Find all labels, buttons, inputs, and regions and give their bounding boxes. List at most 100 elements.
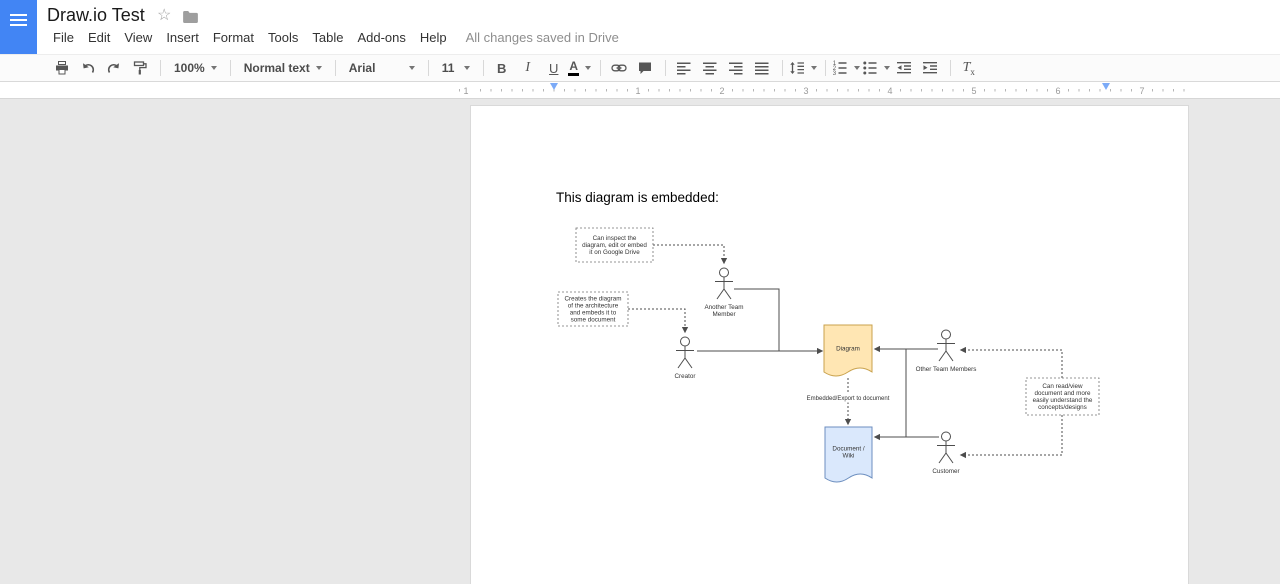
bulleted-list-button[interactable] xyxy=(862,57,890,79)
svg-text:Creates the diagram: Creates the diagram xyxy=(564,296,621,303)
document-page[interactable]: This diagram is embedded: Can inspect th… xyxy=(470,105,1189,584)
header: Draw.io Test ☆ File Edit View Insert For… xyxy=(0,0,1280,54)
edge-label: Embedded/Export to document xyxy=(807,396,890,402)
menu-table[interactable]: Table xyxy=(305,30,350,45)
paragraph-style-dropdown[interactable]: Normal text xyxy=(237,57,329,79)
text-color-button[interactable]: A xyxy=(568,57,592,79)
svg-text:diagram, edit or embed: diagram, edit or embed xyxy=(582,242,647,249)
menu-view[interactable]: View xyxy=(117,30,159,45)
actor-customer: Customer xyxy=(932,432,959,475)
menu-tools[interactable]: Tools xyxy=(261,30,305,45)
toolbar-separator xyxy=(230,60,231,76)
menu-bar: File Edit View Insert Format Tools Table… xyxy=(46,27,619,47)
actor-another-team-member: Another TeamMember xyxy=(704,268,743,318)
save-status[interactable]: All changes saved in Drive xyxy=(466,30,619,45)
numbered-list-icon: 1 2 3 xyxy=(832,60,848,76)
align-center-icon xyxy=(702,60,718,76)
docs-home-button[interactable] xyxy=(0,0,37,54)
redo-button[interactable] xyxy=(102,57,126,79)
note-box-1: Can inspect thediagram, edit or embedit … xyxy=(576,228,653,262)
undo-button[interactable] xyxy=(76,57,100,79)
note-inspect-connector xyxy=(653,245,724,263)
line-spacing-button[interactable] xyxy=(789,57,817,79)
menu-file[interactable]: File xyxy=(46,30,81,45)
chevron-down-icon xyxy=(585,66,591,70)
zoom-dropdown[interactable]: 100% xyxy=(167,57,224,79)
comment-icon xyxy=(637,60,653,76)
svg-text:easily understand the: easily understand the xyxy=(1033,397,1093,404)
font-dropdown[interactable]: Arial xyxy=(342,57,422,79)
toolbar-separator xyxy=(782,60,783,76)
chevron-down-icon xyxy=(211,66,217,70)
svg-text:Wiki: Wiki xyxy=(843,453,855,460)
chevron-down-icon xyxy=(316,66,322,70)
document-heading[interactable]: This diagram is embedded: xyxy=(556,190,719,205)
chevron-down-icon xyxy=(409,66,415,70)
svg-text:Creator: Creator xyxy=(675,373,696,380)
svg-text:and embeds it to: and embeds it to xyxy=(570,310,617,317)
another-team-member-connector xyxy=(734,289,779,351)
italic-button[interactable]: I xyxy=(516,57,540,79)
toolbar-separator xyxy=(600,60,601,76)
embedded-diagram[interactable]: Can inspect thediagram, edit or embedit … xyxy=(551,218,1111,498)
align-left-button[interactable] xyxy=(672,57,696,79)
note-read-to-customer-connector xyxy=(961,415,1062,455)
right-indent-marker[interactable] xyxy=(1102,83,1110,90)
clear-formatting-button[interactable]: Tx xyxy=(957,57,981,79)
menu-insert[interactable]: Insert xyxy=(159,30,206,45)
ruler-number: 1 xyxy=(635,86,640,96)
folder-icon[interactable] xyxy=(183,11,198,23)
shape-document-wiki: Document /Wiki xyxy=(825,427,872,482)
print-button[interactable] xyxy=(50,57,74,79)
chevron-down-icon xyxy=(884,66,890,70)
ruler-number: 7 xyxy=(1139,86,1144,96)
toolbar-separator xyxy=(483,60,484,76)
bold-button[interactable]: B xyxy=(490,57,514,79)
font-size-dropdown[interactable]: 11 xyxy=(435,57,477,79)
align-justify-button[interactable] xyxy=(750,57,774,79)
document-title[interactable]: Draw.io Test xyxy=(47,5,145,26)
chevron-down-icon xyxy=(811,66,817,70)
svg-text:Member: Member xyxy=(712,311,735,318)
insert-comment-button[interactable] xyxy=(633,57,657,79)
note-box-3: Can read/viewdocument and moreeasily und… xyxy=(1026,378,1099,415)
svg-text:of the architecture: of the architecture xyxy=(568,303,619,310)
menu-edit[interactable]: Edit xyxy=(81,30,117,45)
hamburger-line xyxy=(10,14,27,16)
toolbar-separator xyxy=(665,60,666,76)
menu-addons[interactable]: Add-ons xyxy=(350,30,412,45)
svg-text:Diagram: Diagram xyxy=(836,345,860,352)
hamburger-line xyxy=(10,19,27,21)
insert-link-button[interactable] xyxy=(607,57,631,79)
toolbar-separator xyxy=(950,60,951,76)
ruler-number: 2 xyxy=(719,86,724,96)
star-icon[interactable]: ☆ xyxy=(157,7,171,25)
ruler-strip: 11234567 xyxy=(0,82,1280,99)
increase-indent-button[interactable] xyxy=(918,57,942,79)
ruler-number: 6 xyxy=(1055,86,1060,96)
svg-text:Can read/view: Can read/view xyxy=(1042,383,1083,390)
svg-text:Can inspect the: Can inspect the xyxy=(593,235,637,242)
align-right-button[interactable] xyxy=(724,57,748,79)
decrease-indent-button[interactable] xyxy=(892,57,916,79)
svg-text:it on Google Drive: it on Google Drive xyxy=(589,249,640,256)
clear-formatting-icon: Tx xyxy=(963,60,975,77)
indent-icon xyxy=(922,60,938,76)
text-color-icon: A xyxy=(568,61,579,76)
bold-icon: B xyxy=(497,61,506,76)
toolbar-separator xyxy=(428,60,429,76)
left-indent-marker[interactable] xyxy=(550,83,558,90)
font-value: Arial xyxy=(349,61,376,75)
underline-icon: U xyxy=(549,61,558,76)
bulleted-list-icon xyxy=(862,60,878,76)
paragraph-style-value: Normal text xyxy=(244,61,310,75)
numbered-list-button[interactable]: 1 2 3 xyxy=(832,57,860,79)
paint-format-button[interactable] xyxy=(128,57,152,79)
menu-format[interactable]: Format xyxy=(206,30,261,45)
menu-help[interactable]: Help xyxy=(413,30,454,45)
toolbar-separator xyxy=(335,60,336,76)
underline-button[interactable]: U xyxy=(542,57,566,79)
undo-icon xyxy=(80,60,96,76)
align-center-button[interactable] xyxy=(698,57,722,79)
hamburger-line xyxy=(10,24,27,26)
